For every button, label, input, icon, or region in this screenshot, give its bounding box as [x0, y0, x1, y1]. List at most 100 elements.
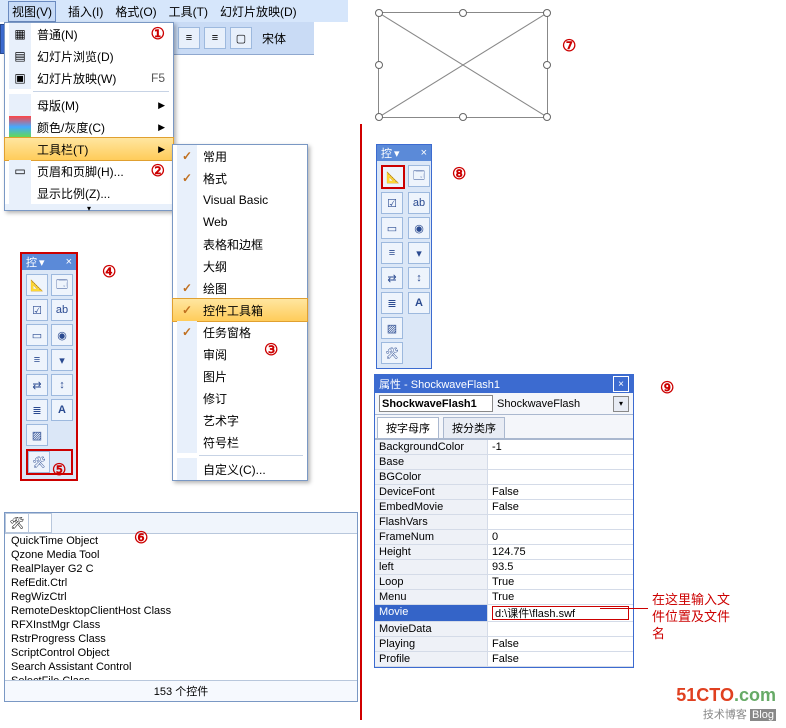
list-item[interactable]: RemoteDesktopClientHost Class [5, 604, 357, 618]
property-row[interactable]: LoopTrue [375, 575, 633, 590]
properties-grid[interactable]: BackgroundColor-1BaseBGColorDeviceFontFa… [375, 439, 633, 667]
resize-handle[interactable] [459, 113, 467, 121]
option-icon[interactable]: ◉ [51, 324, 73, 346]
control-toolbox-panel[interactable]: 控 ▾ × 📐 🗔 ☑ ab ▭ ◉ ≡ ▾ ⇄ ↕ ≣ A ▨ 🛠 [20, 252, 78, 481]
textbox-icon[interactable]: ab [51, 299, 73, 321]
tab-alphabetic[interactable]: 按字母序 [377, 417, 439, 438]
submenu-item[interactable]: ✓绘图 [173, 277, 307, 299]
menu-item-color[interactable]: 颜色/灰度(C) ▶ [5, 116, 173, 138]
dropdown-icon[interactable]: ▾ [613, 396, 629, 412]
menu-insert[interactable]: 插入(I) [68, 3, 103, 20]
checkbox-icon[interactable]: ☑ [26, 299, 48, 321]
property-row[interactable]: PlayingFalse [375, 637, 633, 652]
window-titlebar[interactable]: 属性 - ShockwaveFlash1 × [375, 375, 633, 393]
property-row[interactable]: DeviceFontFalse [375, 485, 633, 500]
spin-icon[interactable]: ↕ [408, 267, 430, 289]
menu-item-slideshow[interactable]: ▣ 幻灯片放映(W) F5 [5, 67, 173, 89]
property-row[interactable]: BackgroundColor-1 [375, 440, 633, 455]
property-row[interactable]: Base [375, 455, 633, 470]
toolbar-btn-outdent[interactable]: ≡ [204, 27, 226, 49]
resize-handle[interactable] [543, 113, 551, 121]
more-controls-icon[interactable]: 🛠 [28, 451, 50, 473]
menu-item-master[interactable]: 母版(M) ▶ [5, 94, 173, 116]
property-row[interactable]: ProfileFalse [375, 652, 633, 667]
more-controls-icon[interactable]: 🛠 [381, 342, 403, 364]
combo-icon[interactable]: ▾ [51, 349, 73, 371]
toolbar-submenu[interactable]: ✓常用 ✓格式 Visual Basic Web 表格和边框 大纲 ✓绘图 ✓控… [172, 144, 308, 481]
close-icon[interactable]: × [421, 147, 427, 159]
control-toolbox-panel-2[interactable]: 控 ▾ × 📐 🗔 ☑ ab ▭ ◉ ≡ ▾ ⇄ ↕ ≣ A ▨ 🛠 [376, 144, 432, 369]
resize-handle[interactable] [459, 9, 467, 17]
menu-item-slides[interactable]: ▤ 幻灯片浏览(D) [5, 45, 173, 67]
submenu-item[interactable]: 审阅 [173, 343, 307, 365]
tab-tools[interactable]: 🛠 [5, 513, 29, 533]
object-name-input[interactable] [379, 395, 493, 412]
properties-window[interactable]: 属性 - ShockwaveFlash1 × ShockwaveFlash ▾ … [374, 374, 634, 668]
spin-icon[interactable]: ↕ [51, 374, 73, 396]
property-value[interactable]: 0 [488, 530, 633, 544]
menu-item-header[interactable]: ▭ 页眉和页脚(H)... ② [5, 160, 173, 182]
property-value[interactable] [488, 515, 633, 529]
close-icon[interactable]: × [613, 376, 629, 392]
submenu-item[interactable]: 表格和边框 [173, 233, 307, 255]
label-icon[interactable]: A [408, 292, 430, 314]
property-value[interactable] [488, 470, 633, 484]
property-value[interactable]: False [488, 652, 633, 666]
properties-icon[interactable]: 🗔 [51, 274, 73, 296]
design-mode-icon[interactable]: 📐 [26, 274, 48, 296]
toggle-icon[interactable]: ⇄ [26, 374, 48, 396]
submenu-item[interactable]: 艺术字 [173, 409, 307, 431]
more-controls-dialog[interactable]: 🛠 QuickTime Object Qzone Media Tool Real… [4, 512, 358, 702]
list-item[interactable]: Search Assistant Control [5, 660, 357, 674]
combo-icon[interactable]: ▾ [408, 242, 430, 264]
property-row[interactable]: left93.5 [375, 560, 633, 575]
submenu-item[interactable]: ✓格式 [173, 167, 307, 189]
property-row[interactable]: Movie [375, 605, 633, 622]
resize-handle[interactable] [375, 61, 383, 69]
submenu-item[interactable]: Visual Basic [173, 189, 307, 211]
property-row[interactable]: FrameNum0 [375, 530, 633, 545]
panel-titlebar[interactable]: 控 ▾ × [377, 145, 431, 161]
property-row[interactable]: MovieData [375, 622, 633, 637]
property-value[interactable] [488, 622, 633, 636]
submenu-item[interactable]: 符号栏 [173, 431, 307, 453]
property-value[interactable]: True [488, 590, 633, 604]
embedded-object-placeholder[interactable] [378, 12, 548, 118]
tab-categorized[interactable]: 按分类序 [443, 417, 505, 438]
list-item[interactable]: QuickTime Object [5, 534, 357, 548]
close-icon[interactable]: × [66, 256, 72, 268]
property-value[interactable]: -1 [488, 440, 633, 454]
property-row[interactable]: FlashVars [375, 515, 633, 530]
list-item[interactable]: RegWizCtrl [5, 590, 357, 604]
resize-handle[interactable] [375, 113, 383, 121]
list-item[interactable]: RealPlayer G2 C [5, 562, 357, 576]
scrollbar-icon[interactable]: ≣ [26, 399, 48, 421]
menubar[interactable]: 视图(V) 插入(I) 格式(O) 工具(T) 幻灯片放映(D) [0, 0, 348, 22]
toggle-icon[interactable]: ⇄ [381, 267, 403, 289]
resize-handle[interactable] [543, 9, 551, 17]
menu-item-normal[interactable]: ▦ 普通(N) ① [5, 23, 173, 45]
scrollbar-icon[interactable]: ≣ [381, 292, 403, 314]
list-item[interactable]: Qzone Media Tool [5, 548, 357, 562]
list-item[interactable]: ScriptControl Object [5, 646, 357, 660]
submenu-item[interactable]: 修订 [173, 387, 307, 409]
menu-expand-chevron[interactable]: ▾ [5, 204, 173, 210]
menu-slideshow[interactable]: 幻灯片放映(D) [220, 3, 297, 20]
tab-blank[interactable] [28, 513, 52, 533]
menu-format[interactable]: 格式(O) [115, 3, 156, 20]
label-icon[interactable]: A [51, 399, 73, 421]
dropdown-icon[interactable]: ▾ [39, 256, 45, 269]
property-row[interactable]: BGColor [375, 470, 633, 485]
menu-view[interactable]: 视图(V) [8, 1, 56, 22]
listbox-icon[interactable]: ≡ [26, 349, 48, 371]
property-value[interactable]: False [488, 637, 633, 651]
submenu-item-customize[interactable]: 自定义(C)... [173, 458, 307, 480]
list-item[interactable]: RstrProgress Class [5, 632, 357, 646]
button-icon[interactable]: ▭ [381, 217, 403, 239]
menu-item-zoom[interactable]: 显示比例(Z)... [5, 182, 173, 204]
submenu-item-control-toolbox[interactable]: ✓控件工具箱 [172, 298, 308, 322]
submenu-item[interactable]: ✓任务窗格 [173, 321, 307, 343]
property-row[interactable]: Height124.75 [375, 545, 633, 560]
submenu-item[interactable]: ✓常用 [173, 145, 307, 167]
submenu-item[interactable]: Web [173, 211, 307, 233]
